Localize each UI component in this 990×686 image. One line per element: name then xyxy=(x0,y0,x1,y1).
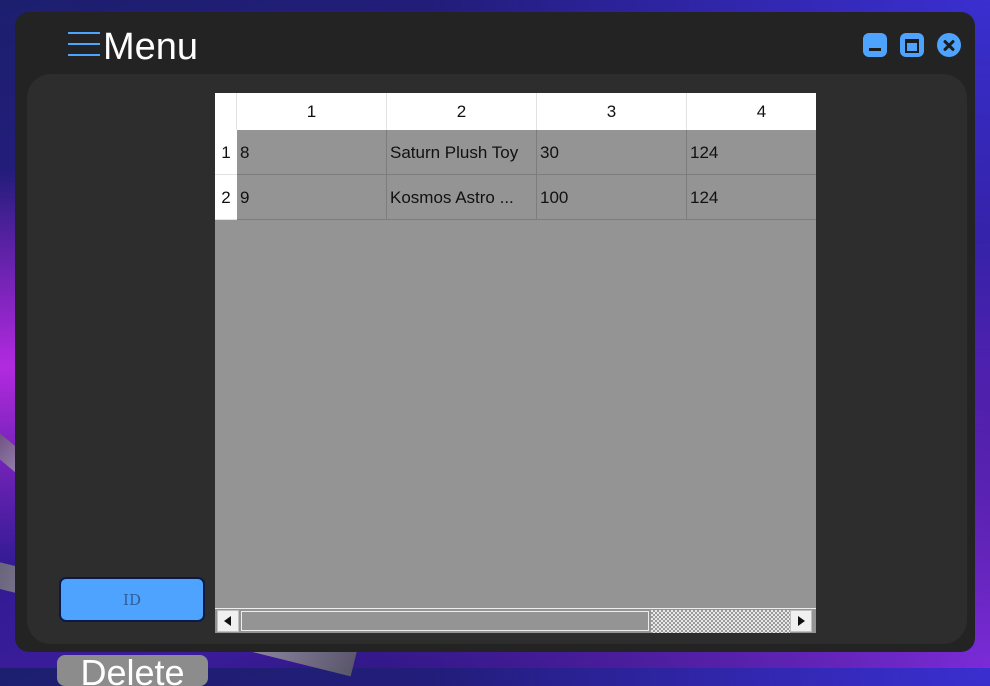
scrollbar-track[interactable] xyxy=(241,611,649,631)
column-header[interactable]: 1 xyxy=(237,93,387,130)
table-cell[interactable]: 100 xyxy=(537,175,687,220)
row-header[interactable]: 2 xyxy=(215,175,237,220)
scrollbar-thumb[interactable] xyxy=(651,610,790,633)
table-row[interactable]: 9 Kosmos Astro ... 100 124 xyxy=(237,175,816,220)
delete-button[interactable]: Delete xyxy=(57,655,208,686)
column-header[interactable]: 2 xyxy=(387,93,537,130)
table-cell[interactable]: Saturn Plush Toy xyxy=(387,130,537,175)
table-corner[interactable] xyxy=(215,93,237,130)
scroll-left-arrow-icon[interactable] xyxy=(217,610,239,632)
table-cell[interactable]: Kosmos Astro ... xyxy=(387,175,537,220)
close-icon[interactable] xyxy=(937,33,961,57)
table-cell[interactable]: 9 xyxy=(237,175,387,220)
table-cell[interactable]: 8 xyxy=(237,130,387,175)
row-header[interactable]: 1 xyxy=(215,130,237,175)
hamburger-icon[interactable] xyxy=(68,32,100,58)
table-row[interactable]: 8 Saturn Plush Toy 30 124 xyxy=(237,130,816,175)
maximize-icon[interactable] xyxy=(900,33,924,57)
data-table[interactable]: 1 2 3 4 1 8 Saturn Plush Toy 30 124 2 9 … xyxy=(215,93,816,633)
table-cell[interactable]: 30 xyxy=(537,130,687,175)
table-cell[interactable]: 124 xyxy=(687,175,816,220)
title-bar: Menu xyxy=(15,12,975,72)
window-title: Menu xyxy=(103,26,199,68)
column-header[interactable]: 4 xyxy=(687,93,816,130)
scroll-right-arrow-icon[interactable] xyxy=(790,610,812,632)
id-input[interactable] xyxy=(59,577,205,622)
horizontal-scrollbar[interactable] xyxy=(215,608,816,633)
table-header-row: 1 2 3 4 xyxy=(215,93,816,130)
column-header[interactable]: 3 xyxy=(537,93,687,130)
table-cell[interactable]: 124 xyxy=(687,130,816,175)
minimize-icon[interactable] xyxy=(863,33,887,57)
